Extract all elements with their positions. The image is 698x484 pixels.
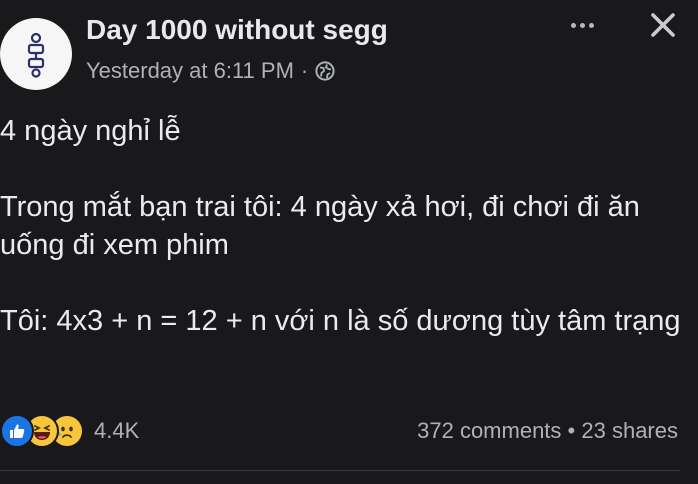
divider bbox=[0, 470, 680, 471]
engagement-stats: 372 comments • 23 shares bbox=[417, 418, 678, 444]
reaction-count[interactable]: 4.4K bbox=[94, 418, 139, 444]
more-dot-3 bbox=[588, 22, 594, 28]
meta-separator: · bbox=[300, 58, 309, 83]
reactions-summary[interactable]: 4.4K bbox=[0, 414, 139, 448]
globe-icon[interactable] bbox=[315, 61, 335, 81]
post-line-1: 4 ngày nghỉ lễ bbox=[0, 115, 181, 147]
shares-link[interactable]: 23 shares bbox=[581, 418, 678, 443]
author-name[interactable]: Day 1000 without segg bbox=[86, 14, 388, 46]
timestamp-link[interactable]: Yesterday at 6:11 PM bbox=[86, 58, 294, 84]
comments-link[interactable]: 372 comments bbox=[417, 418, 561, 443]
post-line-2: Trong mắt bạn trai tôi: 4 ngày xả hơi, đ… bbox=[0, 191, 640, 261]
logo-icon bbox=[27, 32, 45, 78]
more-dot-1 bbox=[570, 22, 576, 28]
more-options-button[interactable] bbox=[566, 10, 598, 40]
stats-separator: • bbox=[567, 418, 576, 443]
author-avatar[interactable] bbox=[0, 18, 72, 90]
post: Day 1000 without segg Yesterday at 6:11 … bbox=[0, 0, 698, 484]
close-icon[interactable] bbox=[646, 8, 680, 42]
post-text: 4 ngày nghỉ lễ Trong mắt bạn trai tôi: 4… bbox=[0, 112, 690, 340]
more-dot-2 bbox=[579, 22, 585, 28]
like-icon bbox=[0, 414, 34, 448]
post-line-3: Tôi: 4x3 + n = 12 + n với n là số dương … bbox=[0, 305, 681, 337]
post-meta: Yesterday at 6:11 PM · bbox=[86, 58, 335, 84]
